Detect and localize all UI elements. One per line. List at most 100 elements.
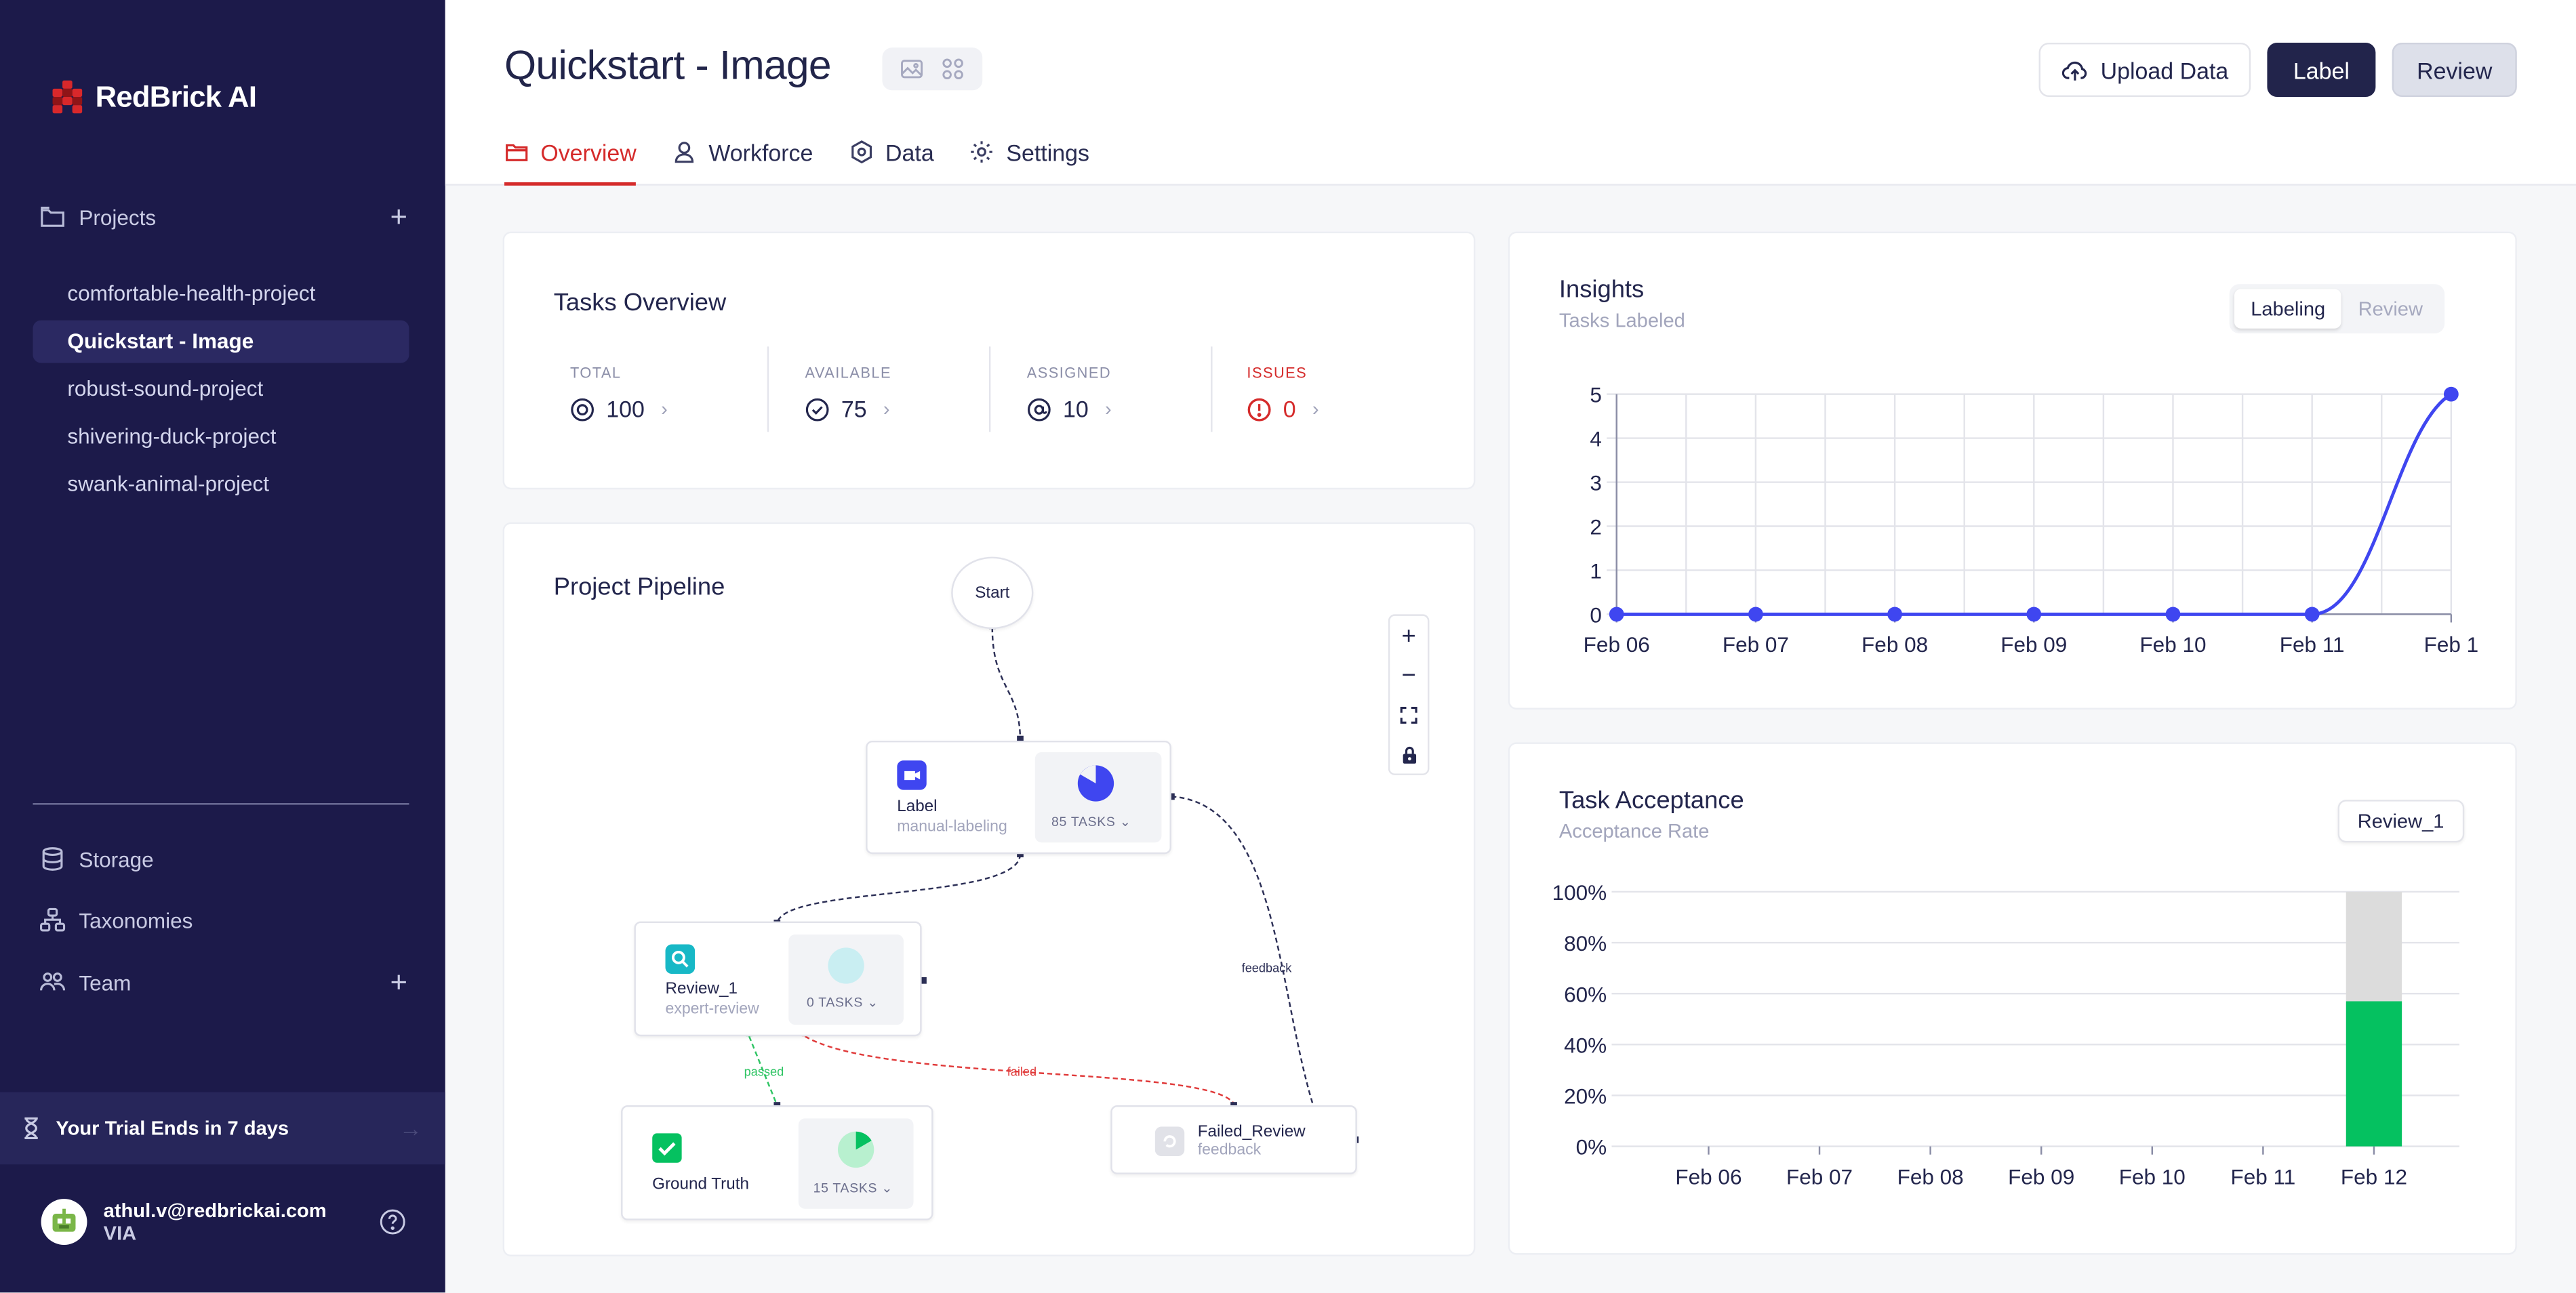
eye-circle-icon <box>571 397 594 421</box>
tab-workforce[interactable]: Workforce <box>672 135 813 186</box>
ground-truth-tasks-text: 15 TASKS ⌄ <box>813 1181 893 1196</box>
data-point[interactable] <box>2443 386 2459 402</box>
progress-circle-icon <box>828 947 864 984</box>
edge-label-feedback: feedback <box>1242 962 1293 975</box>
review-tasks-text: 0 TASKS ⌄ <box>806 995 879 1010</box>
stat-available-value: 75 <box>841 396 867 422</box>
sidebar-project-item[interactable]: comfortable-health-project <box>33 272 409 315</box>
y-tick-label: 5 <box>1590 383 1602 407</box>
x-tick-label: Feb 10 <box>2119 1164 2186 1189</box>
x-tick-label: Feb 08 <box>1861 632 1928 657</box>
stat-issues[interactable]: ISSUES 0 › <box>1247 365 1319 422</box>
acceptance-rate-bar-chart: 0% 20% 40% 60% 80% 100% Feb 06 Feb 07 Feb 08 Feb … <box>1552 880 2459 1189</box>
y-tick-label: 4 <box>1590 427 1602 451</box>
data-point[interactable] <box>1887 607 1903 622</box>
failed-review-sub: feedback <box>1197 1141 1262 1159</box>
chevron-right-icon: › <box>1104 397 1112 421</box>
labeling-stage-icon <box>897 760 927 790</box>
tab-settings[interactable]: Settings <box>970 135 1089 186</box>
gear-icon <box>971 141 993 163</box>
alert-circle-icon <box>1247 397 1271 421</box>
label-task-box[interactable]: 85 TASKS ⌄ <box>1034 752 1162 843</box>
chevron-right-icon: › <box>1312 397 1319 421</box>
y-tick-label: 2 <box>1590 515 1602 539</box>
pipeline-node-review[interactable]: Review_1 expert-review 0 TASKS ⌄ <box>634 921 922 1037</box>
sidebar-project-item[interactable]: swank-animal-project <box>33 463 409 506</box>
pipeline-node-ground-truth[interactable]: Ground Truth 15 TASKS ⌄ <box>621 1105 933 1220</box>
upload-data-button[interactable]: Upload Data <box>2038 43 2251 97</box>
page-title: Quickstart - Image <box>504 43 832 89</box>
stat-available-label: AVAILABLE <box>805 365 891 382</box>
start-label: Start <box>975 583 1010 602</box>
zoom-out-button[interactable]: − <box>1390 655 1428 695</box>
trial-text: Your Trial Ends in 7 days <box>56 1116 289 1140</box>
tab-data[interactable]: Data <box>849 135 934 186</box>
x-tick-label: Feb 09 <box>2008 1164 2074 1189</box>
stat-assigned-value: 10 <box>1063 396 1089 422</box>
pipeline-node-label[interactable]: Label manual-labeling 85 TASKS ⌄ <box>866 740 1171 855</box>
sidebar-divider <box>33 803 409 805</box>
data-point[interactable] <box>2304 607 2320 622</box>
stat-available[interactable]: AVAILABLE 75 › <box>805 365 891 422</box>
add-team-icon[interactable]: + <box>390 967 407 997</box>
avatar <box>41 1199 87 1246</box>
user-icon <box>675 142 694 163</box>
y-tick-label: 80% <box>1564 931 1607 956</box>
y-tick-label: 0% <box>1576 1135 1607 1159</box>
view-toggle[interactable] <box>882 47 983 91</box>
zoom-in-button[interactable]: + <box>1390 616 1428 655</box>
grid-icon[interactable] <box>941 58 964 81</box>
image-icon[interactable] <box>901 58 924 81</box>
x-tick-label: Feb 08 <box>1897 1164 1964 1189</box>
tab-data-label: Data <box>885 138 934 165</box>
project-tabs: Overview Workforce Data Settings <box>504 135 1125 186</box>
label-button[interactable]: Label <box>2267 43 2376 97</box>
sidebar-project-item[interactable]: shivering-duck-project <box>33 415 409 458</box>
user-email: athul.v@redbrickai.com <box>103 1199 327 1223</box>
redbrick-logo-icon <box>52 80 83 114</box>
tab-overview[interactable]: Overview <box>504 135 637 186</box>
x-tick-label: Feb 11 <box>2280 632 2345 657</box>
data-point[interactable] <box>2026 607 2042 622</box>
review-node-title: Review_1 <box>665 980 738 999</box>
bar-segment[interactable] <box>2346 891 2402 1002</box>
projects-label: Projects <box>79 204 157 230</box>
tab-overview-label: Overview <box>540 138 637 165</box>
insights-card: Insights Tasks Labeled Labeling Review 0… <box>1510 233 2516 708</box>
hexagon-icon <box>851 140 872 164</box>
sidebar-item-team[interactable]: Team + <box>39 967 407 997</box>
sidebar-project-item[interactable]: robust-sound-project <box>33 368 409 411</box>
edge-start-label <box>991 627 1022 741</box>
review-task-box[interactable]: 0 TASKS ⌄ <box>788 934 904 1025</box>
user-profile[interactable]: athul.v@redbrickai.com VIA <box>41 1199 406 1246</box>
ground-truth-task-box[interactable]: 15 TASKS ⌄ <box>798 1118 914 1209</box>
add-project-icon[interactable]: + <box>390 202 407 232</box>
data-point[interactable] <box>1609 607 1624 622</box>
pipeline-start-node[interactable]: Start <box>951 556 1034 630</box>
bar-segment[interactable] <box>2346 1001 2402 1147</box>
ground-truth-check-icon <box>652 1133 682 1163</box>
stat-total[interactable]: TOTAL 100 › <box>570 365 668 422</box>
fit-view-button[interactable] <box>1390 695 1428 734</box>
feedback-stage-icon <box>1154 1126 1185 1157</box>
data-point[interactable] <box>2165 607 2181 622</box>
stat-assigned[interactable]: ASSIGNED 10 › <box>1027 365 1112 422</box>
trial-banner[interactable]: Your Trial Ends in 7 days → <box>0 1092 445 1165</box>
label-node-title: Label <box>897 798 938 817</box>
sidebar: RedBrick AI Projects + comfortable-healt… <box>0 0 445 1293</box>
brand-logo[interactable]: RedBrick AI <box>49 79 257 115</box>
sidebar-item-storage[interactable]: Storage <box>39 846 407 872</box>
x-tick-label: Feb 06 <box>1584 632 1650 657</box>
y-tick-label: 0 <box>1590 603 1602 628</box>
x-tick-label: Feb 09 <box>2000 632 2067 657</box>
sidebar-projects-header[interactable]: Projects + <box>39 202 407 232</box>
sidebar-project-item[interactable]: Quickstart - Image <box>33 320 409 363</box>
data-point[interactable] <box>1748 607 1763 622</box>
pipeline-node-failed-review[interactable]: Failed_Review feedback <box>1110 1105 1357 1174</box>
review-button[interactable]: Review <box>2392 43 2517 97</box>
brand-name: RedBrick AI <box>95 79 257 113</box>
upload-data-label: Upload Data <box>2100 56 2229 83</box>
help-icon[interactable] <box>380 1209 406 1235</box>
lock-button[interactable] <box>1390 734 1428 773</box>
sidebar-item-taxonomies[interactable]: Taxonomies <box>39 907 407 933</box>
